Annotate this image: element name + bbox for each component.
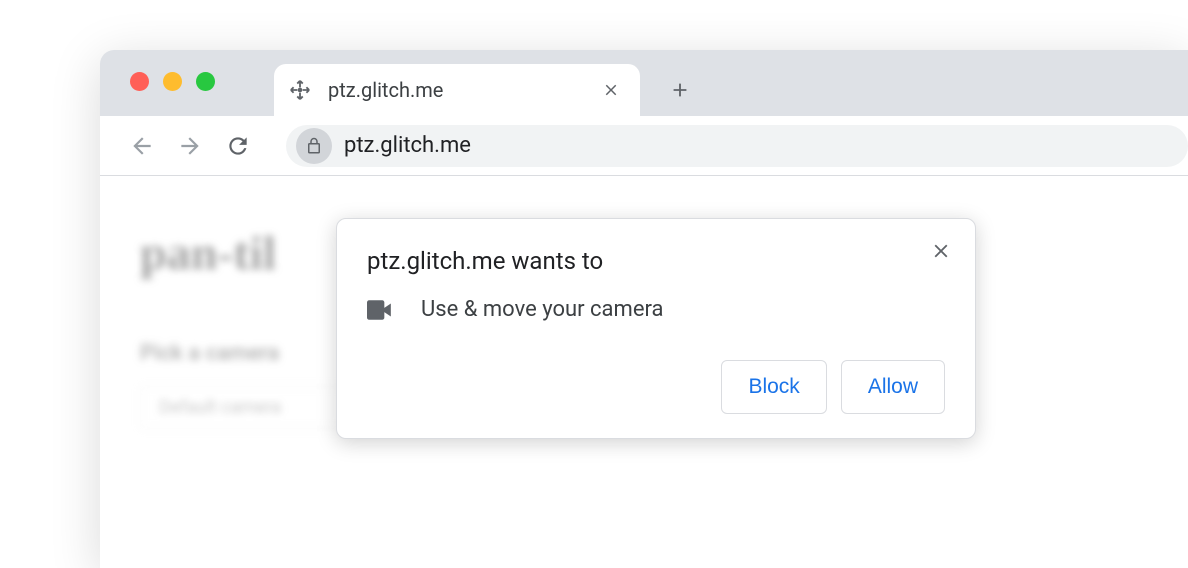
block-button[interactable]: Block (721, 360, 826, 414)
close-prompt-button[interactable] (929, 239, 953, 263)
tab-title: ptz.glitch.me (328, 78, 602, 102)
window-maximize-button[interactable] (196, 72, 215, 91)
close-tab-button[interactable] (602, 81, 620, 99)
move-icon (288, 78, 312, 102)
new-tab-button[interactable] (658, 68, 702, 112)
close-icon (930, 240, 952, 262)
permission-row: Use & move your camera (367, 297, 945, 322)
window-controls (130, 72, 215, 91)
allow-button[interactable]: Allow (841, 360, 945, 414)
window-close-button[interactable] (130, 72, 149, 91)
permission-text: Use & move your camera (421, 297, 663, 322)
address-bar[interactable]: ptz.glitch.me (286, 125, 1188, 167)
toolbar: ptz.glitch.me (100, 116, 1188, 176)
prompt-buttons: Block Allow (367, 360, 945, 414)
tab-strip: ptz.glitch.me (100, 50, 1188, 116)
back-button[interactable] (122, 126, 162, 166)
camera-icon (367, 299, 393, 321)
browser-tab[interactable]: ptz.glitch.me (274, 64, 640, 116)
url-text: ptz.glitch.me (344, 133, 471, 158)
lock-icon (305, 137, 323, 155)
prompt-title: ptz.glitch.me wants to (367, 247, 945, 275)
window-minimize-button[interactable] (163, 72, 182, 91)
reload-button[interactable] (218, 126, 258, 166)
forward-button[interactable] (170, 126, 210, 166)
site-info-button[interactable] (296, 128, 332, 164)
permission-prompt: ptz.glitch.me wants to Use & move your c… (336, 218, 976, 439)
